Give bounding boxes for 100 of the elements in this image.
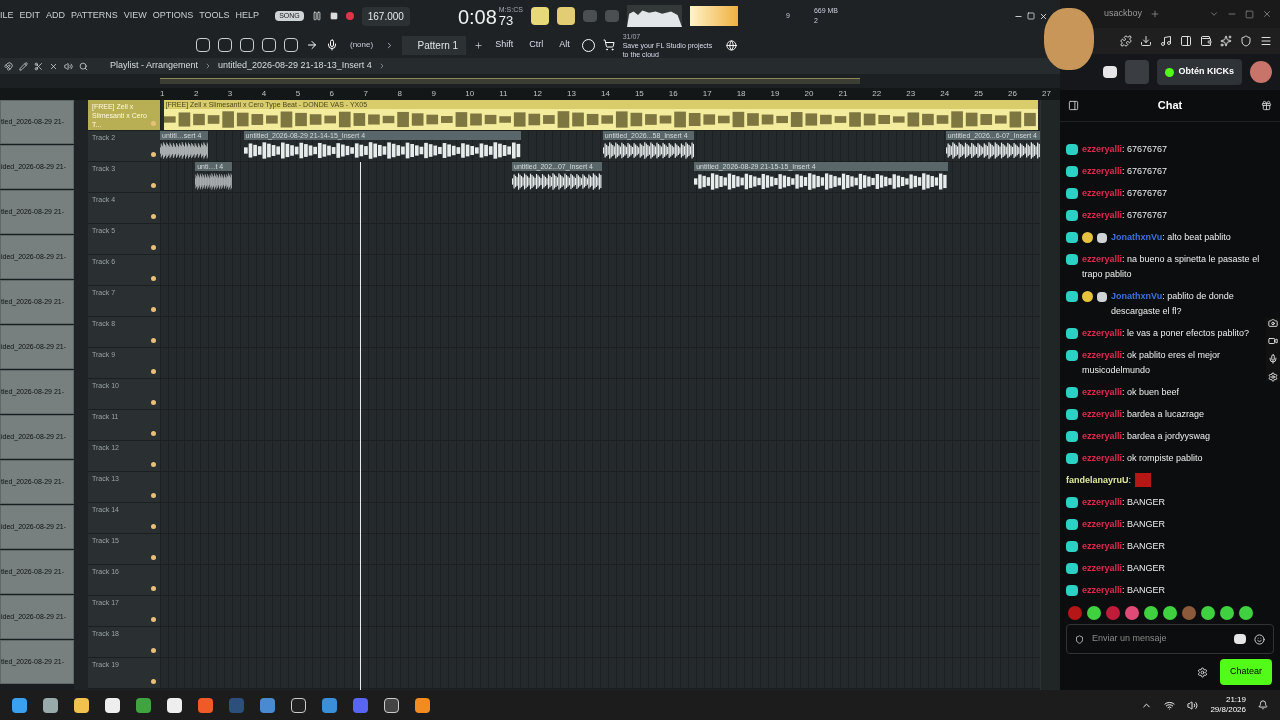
ruler-number: 11	[499, 88, 509, 100]
menu-item[interactable]: TOOLS	[199, 9, 230, 23]
modifier-key[interactable]: Shift	[491, 38, 518, 52]
ruler-number: 27	[1041, 88, 1052, 100]
chat-message: ezzeryalli: ok rompiste pablito	[1082, 452, 1203, 465]
cut-icon[interactable]	[34, 61, 43, 71]
waveform-monitor-drawing	[626, 5, 682, 27]
mute-led-icon	[151, 648, 156, 653]
extensions-icon[interactable]	[1120, 35, 1132, 47]
mute-led-icon	[151, 307, 156, 312]
mute-led-icon	[151, 586, 156, 591]
cart-icon[interactable]	[602, 39, 615, 51]
volume-icon[interactable]	[1187, 699, 1199, 711]
ruler-number: 3	[227, 88, 234, 100]
mute-led-icon	[151, 617, 156, 622]
menu-item[interactable]: PATTERNS	[71, 9, 118, 23]
pause-icon[interactable]	[311, 11, 322, 21]
globe-icon[interactable]	[725, 39, 737, 51]
ruler-number: 21	[838, 88, 849, 100]
pattern-selector[interactable]: Pattern 1	[402, 35, 467, 55]
ruler-number: 20	[804, 88, 815, 100]
browser-tab[interactable]: usackboy	[1104, 7, 1143, 21]
zoom-icon[interactable]	[79, 61, 88, 71]
menu-item[interactable]: ADD	[46, 9, 66, 23]
ruler-number: 13	[567, 88, 577, 100]
chat-title: Chat	[1156, 98, 1184, 114]
ruler-number: 14	[601, 88, 611, 100]
time-centiseconds: 73	[498, 13, 514, 27]
chat-message: ezzeryalli: 67676767	[1082, 165, 1168, 178]
menu-item[interactable]: EDIT	[19, 9, 41, 23]
pencil-icon[interactable]	[19, 61, 28, 71]
network-icon[interactable]	[1164, 699, 1176, 711]
arrow-right-icon[interactable]	[306, 39, 318, 51]
send-button[interactable]: Chatear	[1219, 659, 1272, 685]
chat-message: ezzeryalli: ok pablito eres el mejor musicodelmundo	[1082, 349, 1222, 377]
ruler-number: 23	[906, 88, 917, 100]
mute-icon[interactable]	[64, 61, 73, 71]
camera-icon[interactable]	[1268, 318, 1278, 328]
ruler-number: 24	[940, 88, 951, 100]
microphone-icon[interactable]	[1268, 354, 1278, 364]
menu-icon[interactable]	[1260, 35, 1272, 47]
collapse-chat-icon[interactable]	[1068, 100, 1079, 111]
new-tab-icon[interactable]	[1150, 9, 1161, 19]
notification-icon[interactable]	[1258, 700, 1268, 710]
ruler-number: 8	[397, 88, 403, 100]
snap-selector[interactable]: (none)	[346, 39, 378, 51]
add-pattern-icon[interactable]	[474, 40, 484, 50]
chat-message: fandelanayruU:	[1066, 474, 1132, 487]
record-icon[interactable]	[345, 12, 354, 20]
playlist-path: untitled_2026-08-29 21-18-13_Insert 4	[218, 59, 372, 73]
video-icon[interactable]	[1268, 336, 1278, 346]
modifier-key[interactable]: Ctrl	[525, 38, 548, 52]
mute-led-icon	[151, 555, 156, 560]
sparkle-icon[interactable]	[1220, 35, 1232, 47]
gift-icon[interactable]	[1261, 100, 1272, 111]
chat-message: JonathxnVu: alto beat pablito	[1111, 231, 1231, 244]
modifier-key[interactable]: Alt	[555, 38, 574, 52]
shield-icon[interactable]	[1240, 35, 1252, 47]
tempo-display[interactable]: 167.000	[361, 6, 410, 26]
ruler-number: 4	[261, 88, 268, 100]
stop-icon[interactable]	[329, 12, 338, 20]
chevron-down-icon[interactable]	[1209, 9, 1219, 19]
chat-message: ezzeryalli: BANGER	[1082, 562, 1166, 575]
ruler-number: 10	[465, 88, 476, 100]
mute-led-icon	[151, 245, 156, 250]
music-note-icon[interactable]	[1160, 35, 1172, 47]
magnet-icon[interactable]	[4, 61, 13, 71]
coin-icon	[1165, 67, 1175, 77]
chat-message: ezzeryalli: BANGER	[1082, 584, 1166, 597]
chat-message: ezzeryalli: le vas a poner efectos pablito?	[1082, 327, 1250, 340]
chat-message: JonathxnVu: pablito de donde descargaste el fl?	[1111, 290, 1235, 318]
ruler-number: 1	[160, 88, 166, 100]
ruler-number: 6	[329, 88, 336, 100]
microphone-icon[interactable]	[326, 39, 338, 51]
mute-led-icon	[151, 400, 156, 405]
chat-message: ezzeryalli: bardea a jordyyswag	[1082, 430, 1211, 443]
wallet-icon[interactable]	[1200, 35, 1212, 47]
ruler-number: 18	[736, 88, 747, 100]
avatar-icon[interactable]	[1250, 61, 1272, 83]
menu-item[interactable]: ILE	[0, 9, 14, 23]
mute-led-icon	[151, 369, 156, 374]
maximize-icon[interactable]	[1245, 9, 1254, 19]
download-icon[interactable]	[1140, 35, 1152, 47]
time-display: 0:08	[457, 6, 497, 27]
ruler-number: 12	[533, 88, 544, 100]
message-input[interactable]: Enviar un mensaje	[1066, 624, 1274, 654]
emoji-icon[interactable]	[1254, 633, 1265, 645]
overview-scrollbar[interactable]	[160, 78, 860, 84]
mute-led-icon	[151, 276, 156, 281]
menu-item[interactable]: OPTIONS	[152, 9, 194, 23]
shield-icon[interactable]	[1075, 634, 1084, 644]
sidebar-icon[interactable]	[1180, 35, 1192, 47]
delete-icon[interactable]	[49, 61, 58, 71]
menu-item[interactable]: HELP	[235, 9, 260, 23]
ruler-number: 7	[363, 88, 369, 100]
kicks-button[interactable]: Obtén KICKs	[1157, 59, 1242, 85]
chat-message: ezzeryalli: bardea a lucazrage	[1082, 408, 1205, 421]
close-icon[interactable]	[1039, 11, 1048, 21]
menu-item[interactable]: VIEW	[123, 9, 147, 23]
clock-time: 21:19	[1225, 695, 1246, 705]
